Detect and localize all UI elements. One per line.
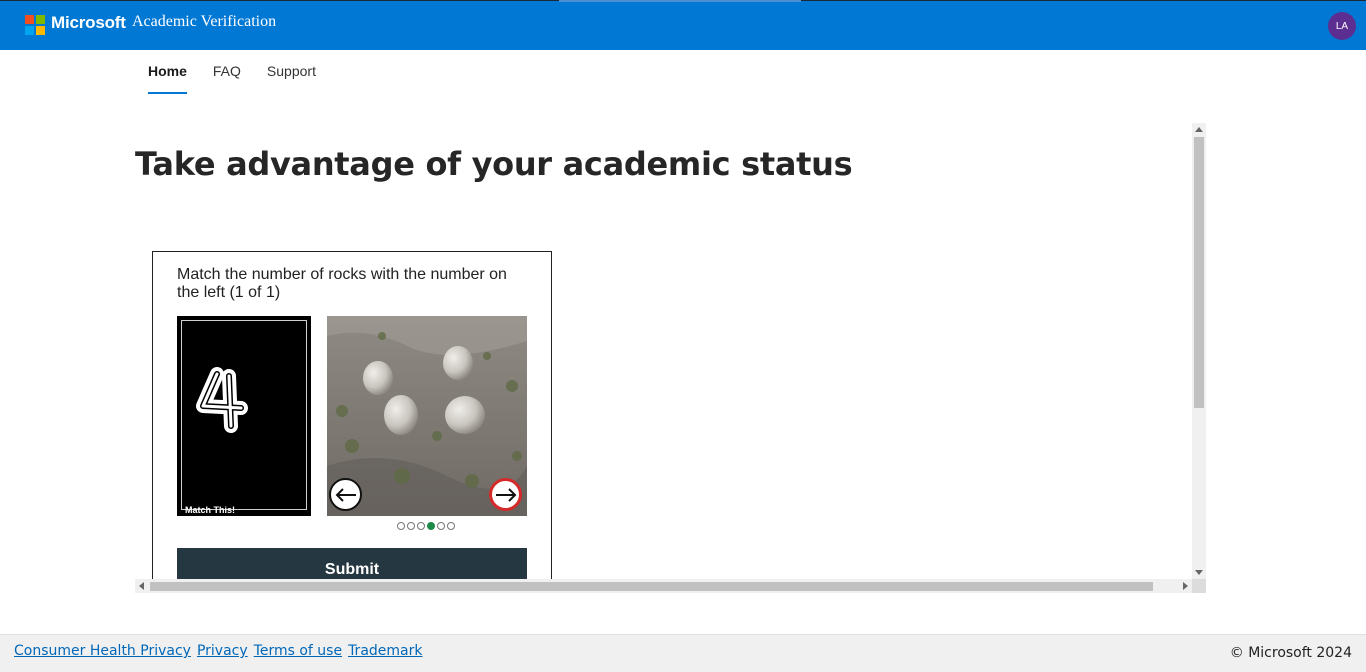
- footer-links: Consumer Health Privacy Privacy Terms of…: [14, 643, 422, 659]
- image-pager: [397, 522, 455, 530]
- arrow-right-icon: [495, 487, 516, 502]
- match-label: Match This!: [185, 505, 236, 515]
- top-bar: Microsoft Academic Verification LA: [0, 0, 1366, 50]
- vertical-scroll-thumb[interactable]: [1194, 137, 1204, 408]
- pager-dot[interactable]: [407, 522, 415, 530]
- footer-link-trademark[interactable]: Trademark: [348, 643, 422, 659]
- nav-faq[interactable]: FAQ: [213, 63, 241, 94]
- pager-dot[interactable]: [417, 522, 425, 530]
- footer-link-terms-of-use[interactable]: Terms of use: [254, 643, 342, 659]
- main-nav: Home FAQ Support: [148, 63, 342, 94]
- pager-dot-active[interactable]: [427, 522, 435, 530]
- horizontal-scrollbar[interactable]: [135, 579, 1192, 593]
- challenge-prompt: Match the number of rocks with the numbe…: [177, 266, 507, 301]
- captcha-challenge: Match the number of rocks with the numbe…: [152, 251, 552, 592]
- nav-home[interactable]: Home: [148, 63, 187, 94]
- brand-name[interactable]: Microsoft: [51, 13, 126, 33]
- target-number-card: 4 Match This!: [177, 316, 311, 516]
- previous-image-button[interactable]: [329, 478, 362, 511]
- horizontal-scroll-thumb[interactable]: [150, 582, 1153, 591]
- user-avatar[interactable]: LA: [1328, 12, 1356, 40]
- footer-link-consumer-health-privacy[interactable]: Consumer Health Privacy: [14, 643, 191, 659]
- microsoft-logo-icon[interactable]: [25, 15, 45, 35]
- pager-dot[interactable]: [437, 522, 445, 530]
- scroll-corner: [1192, 579, 1206, 593]
- number-four-icon: 4: [196, 367, 248, 433]
- scroll-left-icon[interactable]: [139, 582, 144, 590]
- vertical-scrollbar[interactable]: [1192, 123, 1206, 579]
- scroll-right-icon[interactable]: [1183, 582, 1188, 590]
- arrow-left-icon: [335, 487, 356, 502]
- loading-indicator: [559, 0, 801, 2]
- content-frame: Take advantage of your academic status M…: [135, 123, 1206, 593]
- rock-image: [327, 316, 527, 516]
- scroll-down-icon[interactable]: [1195, 570, 1203, 575]
- copyright: © Microsoft 2024: [1229, 645, 1352, 661]
- app-title[interactable]: Academic Verification: [132, 13, 276, 31]
- pager-dot[interactable]: [447, 522, 455, 530]
- page-title: Take advantage of your academic status: [135, 145, 853, 183]
- scroll-up-icon[interactable]: [1195, 127, 1203, 132]
- pager-dot[interactable]: [397, 522, 405, 530]
- nav-support[interactable]: Support: [267, 63, 316, 94]
- footer-link-privacy[interactable]: Privacy: [197, 643, 248, 659]
- footer: Consumer Health Privacy Privacy Terms of…: [0, 634, 1366, 672]
- next-image-button[interactable]: [489, 478, 522, 511]
